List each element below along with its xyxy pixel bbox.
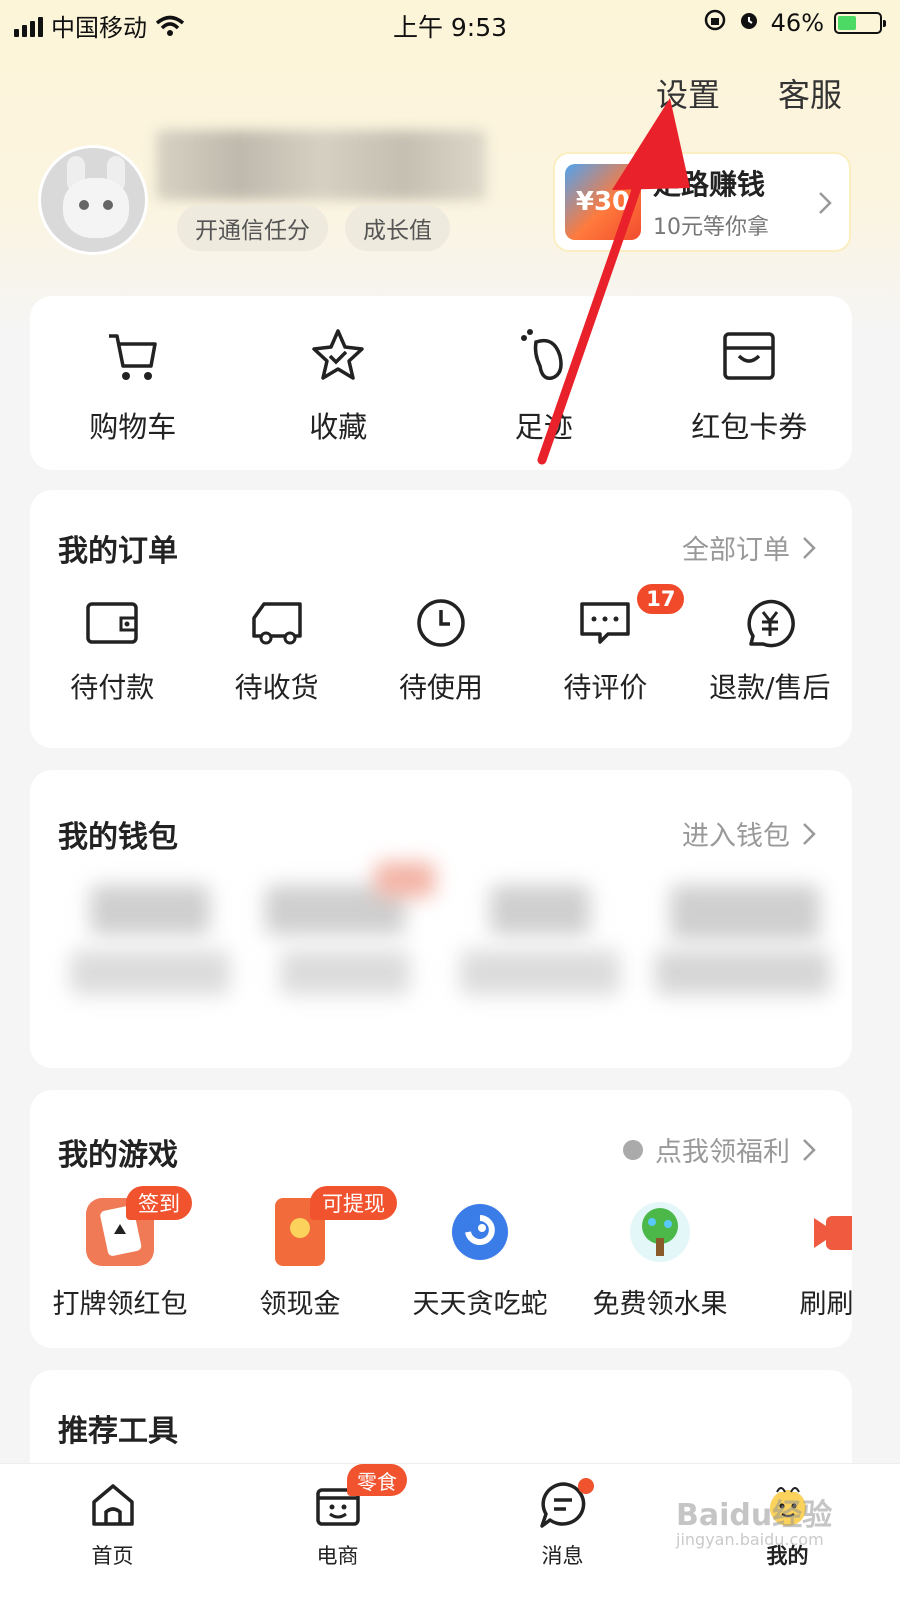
game-label: 领现金 (259, 1289, 341, 1320)
game-label: 刷刷就 (799, 1289, 853, 1320)
refund-icon (743, 598, 797, 652)
quick-link-label: 红包卡券 (691, 410, 808, 444)
watermark-url: jingyan.baidu.com (676, 1530, 824, 1549)
quick-link-footprint[interactable]: 足迹 (441, 296, 647, 470)
coupon-icon (719, 326, 779, 390)
alarm-icon (737, 8, 761, 38)
chevron-right-icon (817, 190, 833, 220)
tab-messages[interactable]: 消息 (450, 1464, 675, 1600)
enter-wallet-link[interactable]: 进入钱包 (682, 814, 816, 853)
quick-links-card: 购物车 收藏 足迹 红包卡券 (30, 296, 852, 470)
status-right: 46% (703, 8, 886, 38)
wallet-title: 我的钱包 (58, 820, 178, 855)
order-label: 待收货 (234, 671, 319, 704)
all-orders-link[interactable]: 全部订单 (682, 528, 816, 567)
home-icon (88, 1480, 138, 1534)
game-label: 免费领水果 (592, 1289, 728, 1320)
tab-home[interactable]: 首页 (0, 1464, 225, 1600)
game-badge: 签到 (126, 1186, 192, 1220)
games-welfare-link[interactable]: 点我领福利 (623, 1130, 816, 1169)
snake-game-icon (446, 1198, 514, 1266)
review-count-badge: 17 (635, 582, 687, 616)
order-refund[interactable]: 退款/售后 (688, 598, 852, 706)
order-pending-review[interactable]: 17 待评价 (523, 582, 687, 706)
cart-icon (103, 326, 163, 390)
fruit-tree-icon (626, 1198, 694, 1266)
game-label: 打牌领红包 (52, 1289, 188, 1320)
games-title: 我的游戏 (58, 1138, 178, 1173)
walk-earn-card[interactable]: ¥30 走路赚钱 10元等你拿 (553, 152, 851, 252)
walk-earn-subtitle: 10元等你拿 (653, 215, 769, 240)
unread-dot (578, 1478, 594, 1494)
game-cash[interactable]: 可提现 领现金 (210, 1186, 397, 1321)
order-pending-payment[interactable]: 待付款 (30, 598, 194, 706)
chevron-right-icon (803, 1138, 816, 1161)
comment-icon (578, 598, 632, 652)
chevron-right-icon (803, 536, 816, 559)
avatar[interactable] (38, 145, 148, 255)
order-label: 待付款 (70, 671, 155, 704)
quick-link-label: 购物车 (89, 410, 177, 444)
order-label: 待评价 (563, 671, 648, 704)
game-fruit[interactable]: 免费领水果 (570, 1198, 750, 1321)
order-label: 待使用 (399, 671, 484, 704)
trust-score-chip[interactable]: 开通信任分 (177, 205, 328, 251)
wallet-icon (85, 598, 139, 652)
dot-icon (623, 1139, 643, 1160)
clock-icon (414, 598, 468, 652)
games-card: 我的游戏 点我领福利 签到 打牌领红包 可提现 领现金 天天贪吃蛇 免费领水果 … (30, 1090, 852, 1348)
top-links: 设置 客服 (656, 70, 842, 116)
game-snake[interactable]: 天天贪吃蛇 (390, 1198, 570, 1321)
walk-earn-image: ¥30 (565, 164, 641, 240)
quick-link-cart[interactable]: 购物车 (30, 296, 236, 470)
battery-percent: 46% (770, 9, 824, 37)
rotation-lock-icon (703, 8, 727, 38)
quick-link-label: 收藏 (309, 410, 368, 444)
quick-link-label: 足迹 (514, 410, 573, 444)
all-orders-label: 全部订单 (682, 535, 790, 566)
footprint-icon (514, 326, 574, 390)
battery-icon (834, 12, 886, 34)
wallet-card: 我的钱包 进入钱包 (30, 770, 852, 1068)
settings-button[interactable]: 设置 (656, 70, 720, 116)
growth-value-chip[interactable]: 成长值 (345, 205, 450, 251)
orders-card: 我的订单 全部订单 待付款 待收货 待使用 17 待评价 退款/售后 (30, 490, 852, 748)
order-pending-receipt[interactable]: 待收货 (194, 598, 358, 706)
game-card-poker[interactable]: 签到 打牌领红包 (30, 1186, 210, 1321)
video-icon (806, 1198, 852, 1266)
truck-icon (250, 598, 304, 652)
walk-earn-title: 走路赚钱 (653, 168, 766, 201)
tab-label: 首页 (91, 1544, 134, 1568)
customer-service-button[interactable]: 客服 (778, 70, 842, 116)
star-icon (308, 326, 368, 390)
status-bar: 中国移动 上午 9:53 46% (0, 0, 900, 44)
chevron-right-icon (803, 822, 816, 845)
tools-title: 推荐工具 (58, 1414, 178, 1449)
enter-wallet-label: 进入钱包 (682, 821, 790, 852)
quick-link-coupons[interactable]: 红包卡券 (647, 296, 853, 470)
username-blurred (156, 130, 486, 200)
orders-title: 我的订单 (58, 534, 178, 569)
watermark-logo: Baidu经验 (676, 1498, 833, 1533)
tab-badge: 零食 (347, 1464, 407, 1496)
games-welfare-label: 点我领福利 (655, 1137, 790, 1168)
tab-shop[interactable]: 零食 电商 (225, 1464, 450, 1600)
tab-label: 电商 (316, 1544, 359, 1568)
order-pending-use[interactable]: 待使用 (359, 598, 523, 706)
game-label: 天天贪吃蛇 (412, 1289, 548, 1320)
order-label: 退款/售后 (709, 671, 831, 704)
tab-label: 消息 (541, 1544, 584, 1568)
game-badge: 可提现 (310, 1186, 397, 1220)
game-video[interactable]: 刷刷就 (750, 1198, 852, 1321)
quick-link-favorites[interactable]: 收藏 (236, 296, 442, 470)
